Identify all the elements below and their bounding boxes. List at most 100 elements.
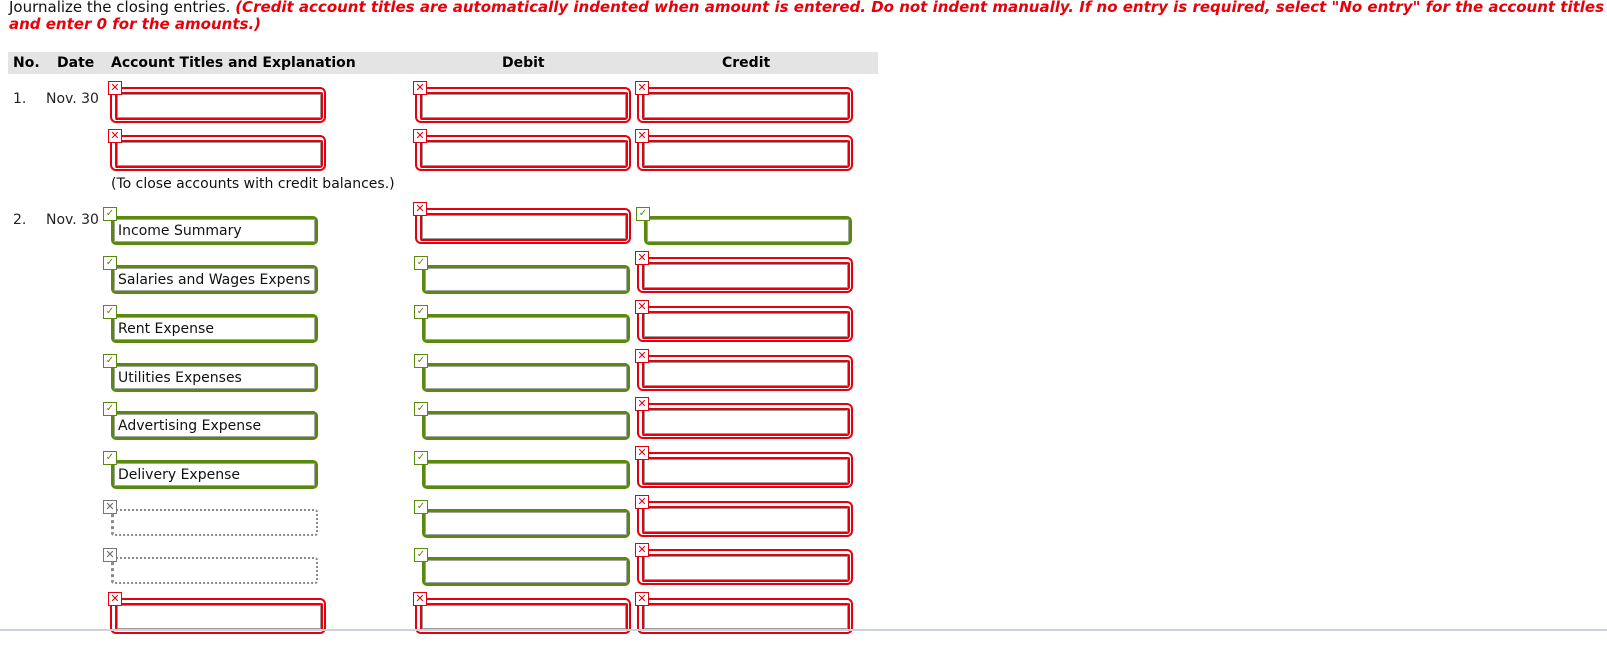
credit-input[interactable] [644,556,848,580]
debit-input[interactable] [422,605,626,629]
account-input[interactable] [114,219,315,242]
check-icon: ✓ [636,207,650,221]
credit-input[interactable] [644,264,848,288]
x-icon: ✕ [635,81,649,95]
x-icon: ✕ [108,81,122,95]
account-input[interactable] [117,142,321,166]
check-icon: ✓ [103,207,117,221]
credit-input[interactable] [644,605,848,629]
account-input[interactable] [114,317,315,340]
x-icon: ✕ [413,202,427,216]
credit-field [637,87,853,123]
entry-1-date: Nov. 30 [46,91,99,107]
credit-input[interactable] [644,313,848,337]
credit-input[interactable] [647,219,849,242]
debit-field [415,208,631,244]
header-no: No. [13,55,40,71]
instructions-note: (Credit account titles are automatically… [9,0,1605,33]
header-date: Date [57,55,95,71]
check-icon: ✓ [103,451,117,465]
account-input[interactable] [114,414,315,437]
credit-field [637,549,853,585]
debit-input[interactable] [422,215,626,239]
x-icon: ✕ [413,81,427,95]
debit-field [422,265,630,294]
account-input[interactable] [114,559,316,582]
x-icon: ✕ [635,495,649,509]
debit-input[interactable] [425,268,627,291]
check-icon: ✓ [414,305,428,319]
check-icon: ✓ [414,256,428,270]
x-icon: ✕ [635,592,649,606]
credit-input[interactable] [644,410,848,434]
x-icon: ✕ [635,349,649,363]
credit-field [637,501,853,537]
credit-input[interactable] [644,142,848,166]
account-field [111,216,318,245]
account-input[interactable] [114,511,316,534]
check-icon: ✓ [414,451,428,465]
table-header: No. Date Account Titles and Explanation … [8,52,878,74]
header-debit: Debit [502,55,545,71]
x-icon: ✕ [103,548,117,562]
debit-input[interactable] [425,560,627,583]
credit-input[interactable] [644,362,848,386]
x-icon: ✕ [413,129,427,143]
check-icon: ✓ [414,402,428,416]
header-credit: Credit [722,55,771,71]
account-input[interactable] [114,268,315,291]
debit-input[interactable] [425,414,627,437]
credit-input[interactable] [644,459,848,483]
account-field [111,509,318,536]
debit-input[interactable] [422,94,626,118]
debit-input[interactable] [422,142,626,166]
credit-field [637,257,853,293]
entry-1-number: 1. [13,91,27,107]
x-icon: ✕ [413,592,427,606]
x-icon: ✕ [108,129,122,143]
check-icon: ✓ [103,402,117,416]
account-field [111,411,318,440]
bottom-divider [0,629,1607,631]
x-icon: ✕ [635,397,649,411]
debit-input[interactable] [425,512,627,535]
account-field [111,265,318,294]
credit-field [637,135,853,171]
account-field [111,557,318,584]
credit-field [637,403,853,439]
x-icon: ✕ [635,300,649,314]
instructions-lead: Journalize the closing entries. [9,0,236,16]
credit-field [637,355,853,391]
check-icon: ✓ [103,305,117,319]
x-icon: ✕ [103,500,117,514]
x-icon: ✕ [108,592,122,606]
account-field [111,363,318,392]
entry-2-date: Nov. 30 [46,212,99,228]
debit-field [422,557,630,586]
debit-field [422,509,630,538]
debit-input[interactable] [425,366,627,389]
credit-field [644,216,852,245]
debit-field [422,411,630,440]
account-input[interactable] [114,366,315,389]
account-field [110,87,326,123]
debit-input[interactable] [425,463,627,486]
credit-field [637,452,853,488]
account-input[interactable] [114,463,315,486]
check-icon: ✓ [103,354,117,368]
check-icon: ✓ [414,548,428,562]
credit-input[interactable] [644,508,848,532]
account-input[interactable] [117,605,321,629]
credit-field [637,306,853,342]
check-icon: ✓ [414,354,428,368]
account-input[interactable] [117,94,321,118]
account-field [110,135,326,171]
x-icon: ✕ [635,129,649,143]
check-icon: ✓ [103,256,117,270]
credit-input[interactable] [644,94,848,118]
debit-field [422,363,630,392]
debit-input[interactable] [425,317,627,340]
entry-2-number: 2. [13,212,27,228]
debit-field [415,135,631,171]
x-icon: ✕ [635,251,649,265]
